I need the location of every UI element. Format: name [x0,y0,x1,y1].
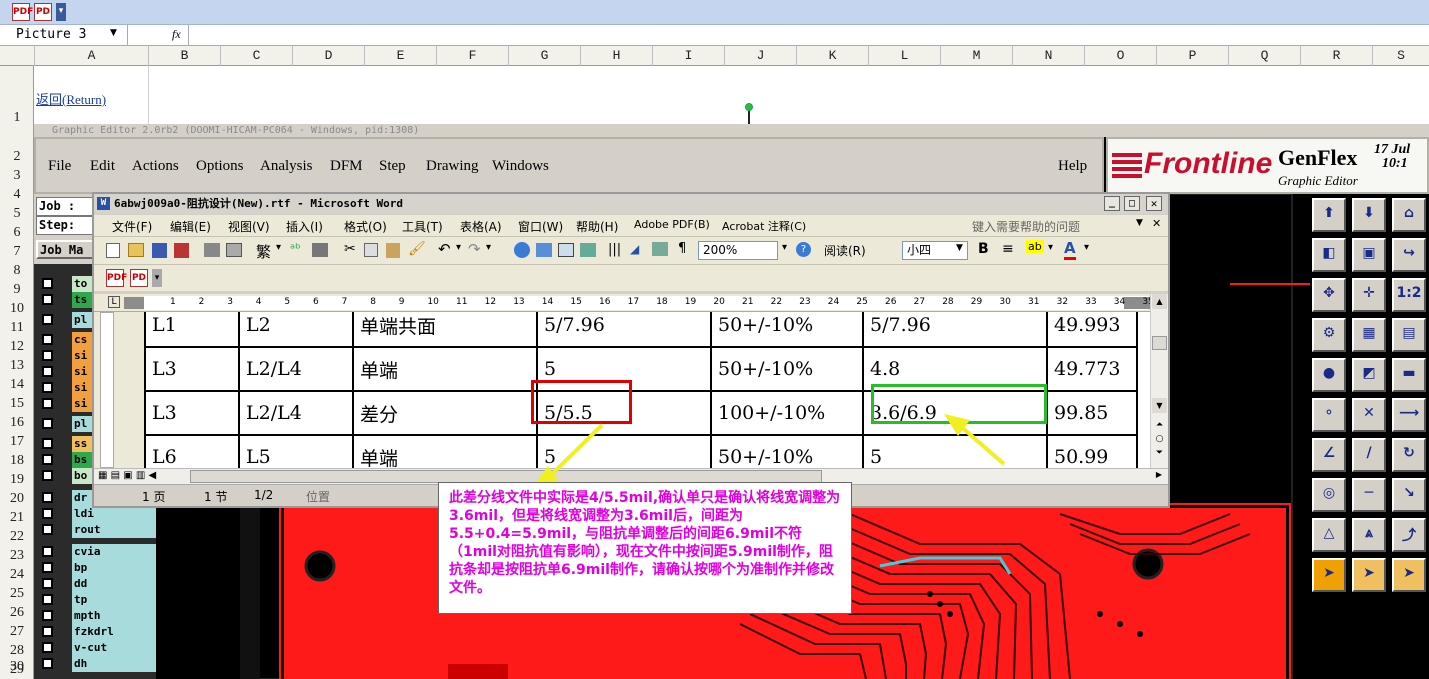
annotation-note: 此差分线文件中实际是4/5.5mil,确认单只是确认将线宽调整为3.6mil，但… [438,482,852,614]
yellow-arrow-right [956,422,1006,466]
yellow-arrow-left [546,423,604,480]
screenshot-root: PDF PD ▾ Picture 3 ▼ fx A B C D E F G H … [0,0,1429,679]
